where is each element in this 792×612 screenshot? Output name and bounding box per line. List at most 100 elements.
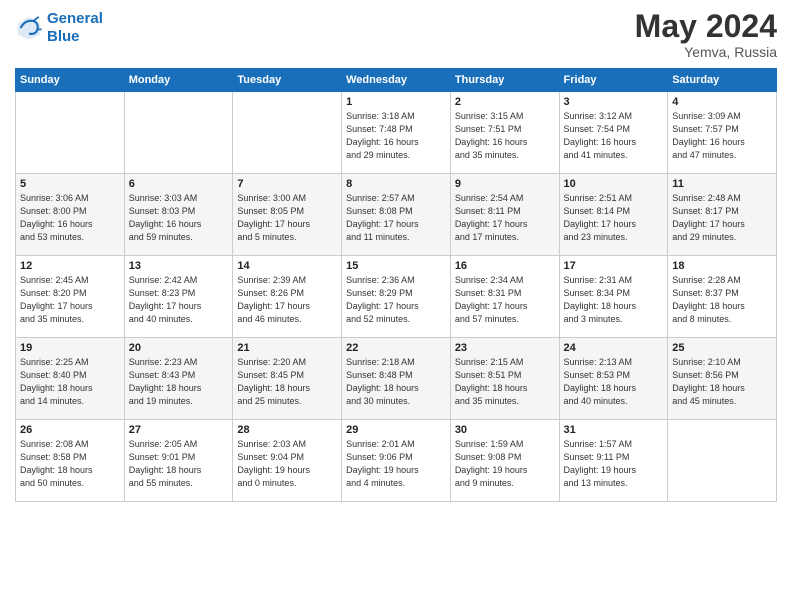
day-info: Sunrise: 2:18 AM Sunset: 8:48 PM Dayligh… (346, 356, 446, 408)
calendar-cell: 15 Sunrise: 2:36 AM Sunset: 8:29 PM Dayli… (342, 256, 451, 338)
day-number: 31 (564, 424, 664, 436)
day-info: Sunrise: 2:13 AM Sunset: 8:53 PM Dayligh… (564, 356, 664, 408)
day-number: 10 (564, 178, 664, 190)
calendar-table: Sunday Monday Tuesday Wednesday Thursday… (15, 68, 777, 502)
day-number: 5 (20, 178, 120, 190)
calendar-cell: 10 Sunrise: 2:51 AM Sunset: 8:14 PM Dayli… (559, 174, 668, 256)
day-number: 14 (237, 260, 337, 272)
day-info: Sunrise: 1:57 AM Sunset: 9:11 PM Dayligh… (564, 438, 664, 490)
day-number: 7 (237, 178, 337, 190)
day-number: 30 (455, 424, 555, 436)
header-row: Sunday Monday Tuesday Wednesday Thursday… (16, 69, 777, 92)
logo-icon (15, 14, 43, 42)
day-info: Sunrise: 2:36 AM Sunset: 8:29 PM Dayligh… (346, 274, 446, 326)
day-info: Sunrise: 2:03 AM Sunset: 9:04 PM Dayligh… (237, 438, 337, 490)
col-monday: Monday (124, 69, 233, 92)
calendar-cell: 29Sunrise: 2:01 AM Sunset: 9:06 PM Dayli… (342, 420, 451, 502)
day-number: 29 (346, 424, 446, 436)
day-info: Sunrise: 3:06 AM Sunset: 8:00 PM Dayligh… (20, 192, 120, 244)
day-number: 23 (455, 342, 555, 354)
calendar-body: 1 Sunrise: 3:18 AM Sunset: 7:48 PM Daylig… (16, 92, 777, 502)
day-info: Sunrise: 2:51 AM Sunset: 8:14 PM Dayligh… (564, 192, 664, 244)
day-number: 24 (564, 342, 664, 354)
day-number: 27 (129, 424, 229, 436)
calendar-cell: 5 Sunrise: 3:06 AM Sunset: 8:00 PM Daylig… (16, 174, 125, 256)
day-number: 25 (672, 342, 772, 354)
month-year: May 2024 (635, 10, 777, 42)
day-info: Sunrise: 2:28 AM Sunset: 8:37 PM Dayligh… (672, 274, 772, 326)
day-info: Sunrise: 2:54 AM Sunset: 8:11 PM Dayligh… (455, 192, 555, 244)
calendar-cell: 8Sunrise: 2:57 AM Sunset: 8:08 PM Daylig… (342, 174, 451, 256)
day-info: Sunrise: 3:12 AM Sunset: 7:54 PM Dayligh… (564, 110, 664, 162)
day-info: Sunrise: 3:18 AM Sunset: 7:48 PM Dayligh… (346, 110, 446, 162)
calendar-week-2: 5 Sunrise: 3:06 AM Sunset: 8:00 PM Daylig… (16, 174, 777, 256)
day-info: Sunrise: 3:00 AM Sunset: 8:05 PM Dayligh… (237, 192, 337, 244)
calendar-week-4: 19 Sunrise: 2:25 AM Sunset: 8:40 PM Dayli… (16, 338, 777, 420)
day-info: Sunrise: 2:25 AM Sunset: 8:40 PM Dayligh… (20, 356, 120, 408)
calendar-cell: 31 Sunrise: 1:57 AM Sunset: 9:11 PM Dayli… (559, 420, 668, 502)
calendar-cell: 22 Sunrise: 2:18 AM Sunset: 8:48 PM Dayli… (342, 338, 451, 420)
day-info: Sunrise: 2:10 AM Sunset: 8:56 PM Dayligh… (672, 356, 772, 408)
calendar-cell: 27 Sunrise: 2:05 AM Sunset: 9:01 PM Dayli… (124, 420, 233, 502)
day-number: 9 (455, 178, 555, 190)
day-info: Sunrise: 2:23 AM Sunset: 8:43 PM Dayligh… (129, 356, 229, 408)
day-number: 22 (346, 342, 446, 354)
day-number: 19 (20, 342, 120, 354)
col-saturday: Saturday (668, 69, 777, 92)
day-number: 18 (672, 260, 772, 272)
calendar-cell: 19 Sunrise: 2:25 AM Sunset: 8:40 PM Dayli… (16, 338, 125, 420)
day-number: 2 (455, 96, 555, 108)
day-info: Sunrise: 2:34 AM Sunset: 8:31 PM Dayligh… (455, 274, 555, 326)
day-number: 15 (346, 260, 446, 272)
calendar-cell: 9 Sunrise: 2:54 AM Sunset: 8:11 PM Daylig… (450, 174, 559, 256)
day-info: Sunrise: 3:09 AM Sunset: 7:57 PM Dayligh… (672, 110, 772, 162)
page: General Blue May 2024 Yemva, Russia Sund… (0, 0, 792, 612)
day-number: 1 (346, 96, 446, 108)
day-info: Sunrise: 3:15 AM Sunset: 7:51 PM Dayligh… (455, 110, 555, 162)
day-info: Sunrise: 2:20 AM Sunset: 8:45 PM Dayligh… (237, 356, 337, 408)
day-info: Sunrise: 2:42 AM Sunset: 8:23 PM Dayligh… (129, 274, 229, 326)
col-tuesday: Tuesday (233, 69, 342, 92)
day-info: Sunrise: 2:08 AM Sunset: 8:58 PM Dayligh… (20, 438, 120, 490)
calendar-cell: 26Sunrise: 2:08 AM Sunset: 8:58 PM Dayli… (16, 420, 125, 502)
day-number: 11 (672, 178, 772, 190)
calendar-cell: 4 Sunrise: 3:09 AM Sunset: 7:57 PM Daylig… (668, 92, 777, 174)
calendar-cell: 13Sunrise: 2:42 AM Sunset: 8:23 PM Dayli… (124, 256, 233, 338)
calendar-cell: 18 Sunrise: 2:28 AM Sunset: 8:37 PM Dayli… (668, 256, 777, 338)
col-friday: Friday (559, 69, 668, 92)
day-number: 21 (237, 342, 337, 354)
calendar-cell (233, 92, 342, 174)
calendar-week-5: 26Sunrise: 2:08 AM Sunset: 8:58 PM Dayli… (16, 420, 777, 502)
calendar-cell: 30 Sunrise: 1:59 AM Sunset: 9:08 PM Dayli… (450, 420, 559, 502)
day-number: 12 (20, 260, 120, 272)
calendar-cell (124, 92, 233, 174)
calendar-cell: 14Sunrise: 2:39 AM Sunset: 8:26 PM Dayli… (233, 256, 342, 338)
day-number: 3 (564, 96, 664, 108)
col-wednesday: Wednesday (342, 69, 451, 92)
calendar-cell: 7 Sunrise: 3:00 AM Sunset: 8:05 PM Daylig… (233, 174, 342, 256)
col-thursday: Thursday (450, 69, 559, 92)
day-number: 28 (237, 424, 337, 436)
calendar-cell: 3 Sunrise: 3:12 AM Sunset: 7:54 PM Daylig… (559, 92, 668, 174)
calendar-cell: 20Sunrise: 2:23 AM Sunset: 8:43 PM Dayli… (124, 338, 233, 420)
day-info: Sunrise: 2:48 AM Sunset: 8:17 PM Dayligh… (672, 192, 772, 244)
calendar-cell: 17Sunrise: 2:31 AM Sunset: 8:34 PM Dayli… (559, 256, 668, 338)
calendar-cell: 12Sunrise: 2:45 AM Sunset: 8:20 PM Dayli… (16, 256, 125, 338)
calendar-cell (668, 420, 777, 502)
calendar-cell: 16 Sunrise: 2:34 AM Sunset: 8:31 PM Dayli… (450, 256, 559, 338)
calendar-cell: 1 Sunrise: 3:18 AM Sunset: 7:48 PM Daylig… (342, 92, 451, 174)
day-number: 16 (455, 260, 555, 272)
day-info: Sunrise: 3:03 AM Sunset: 8:03 PM Dayligh… (129, 192, 229, 244)
day-number: 4 (672, 96, 772, 108)
day-info: Sunrise: 2:05 AM Sunset: 9:01 PM Dayligh… (129, 438, 229, 490)
title-block: May 2024 Yemva, Russia (635, 10, 777, 60)
day-number: 6 (129, 178, 229, 190)
calendar-cell: 28 Sunrise: 2:03 AM Sunset: 9:04 PM Dayli… (233, 420, 342, 502)
calendar-cell: 11 Sunrise: 2:48 AM Sunset: 8:17 PM Dayli… (668, 174, 777, 256)
calendar-cell: 25 Sunrise: 2:10 AM Sunset: 8:56 PM Dayli… (668, 338, 777, 420)
day-number: 8 (346, 178, 446, 190)
calendar-week-3: 12Sunrise: 2:45 AM Sunset: 8:20 PM Dayli… (16, 256, 777, 338)
calendar-cell: 23Sunrise: 2:15 AM Sunset: 8:51 PM Dayli… (450, 338, 559, 420)
day-info: Sunrise: 1:59 AM Sunset: 9:08 PM Dayligh… (455, 438, 555, 490)
header: General Blue May 2024 Yemva, Russia (15, 10, 777, 60)
